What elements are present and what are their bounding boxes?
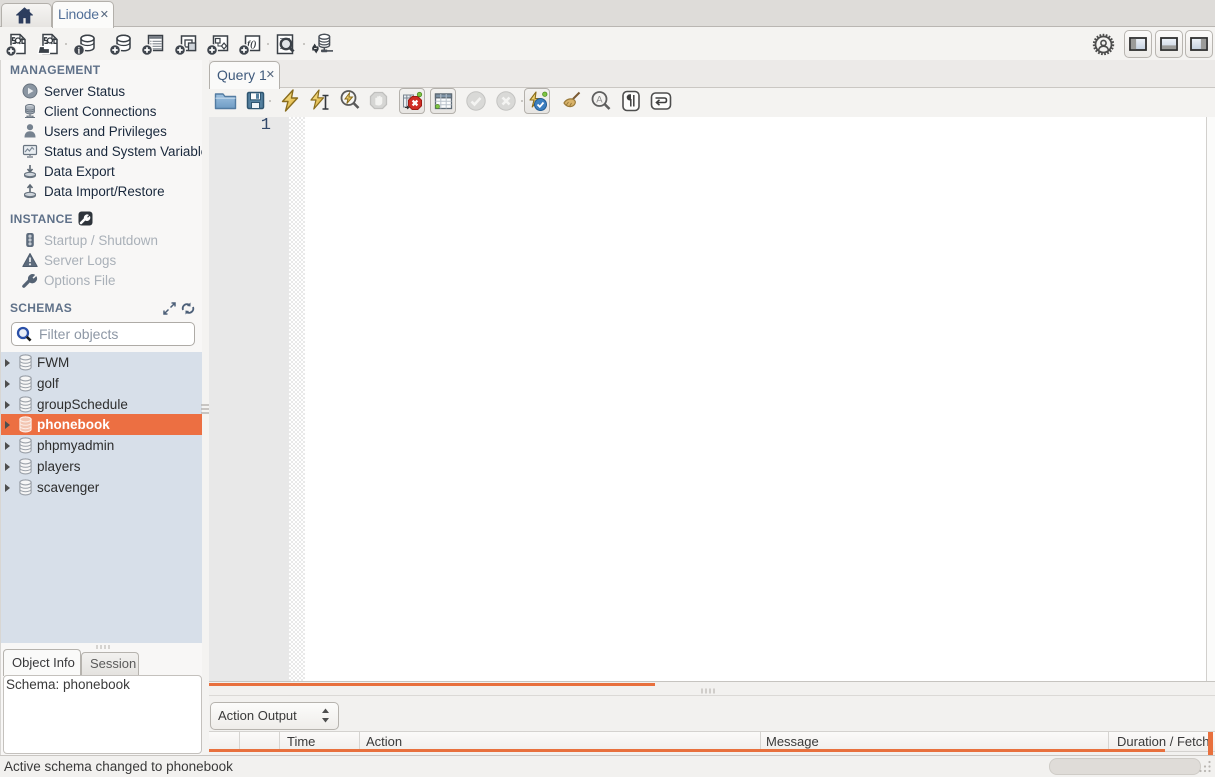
svg-text:A: A bbox=[596, 95, 603, 106]
